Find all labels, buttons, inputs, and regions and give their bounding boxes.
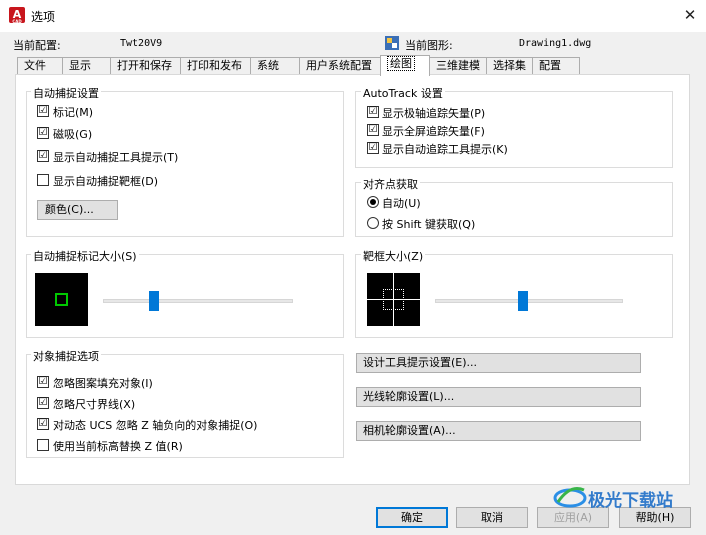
tab-open-save[interactable]: 打开和保存 xyxy=(110,57,181,74)
magnet-checkbox[interactable]: ☑ xyxy=(37,127,49,139)
tab-system[interactable]: 系统 xyxy=(250,57,300,74)
tab-drafting-label: 绘图 xyxy=(387,56,415,71)
light-glyph-settings-button[interactable]: 光线轮廓设置(L)... xyxy=(356,387,641,407)
alignment-title: 对齐点获取 xyxy=(361,176,420,192)
autosnap-title: 自动捕捉设置 xyxy=(31,85,101,101)
tab-plot-publish[interactable]: 打印和发布 xyxy=(180,57,251,74)
autotrack-tooltip-label: 显示自动追踪工具提示(K) xyxy=(382,143,508,156)
tab-selection-label: 选择集 xyxy=(493,59,526,72)
ignore-negative-z-label: 对动态 UCS 忽略 Z 轴负向的对象捕捉(O) xyxy=(53,419,258,432)
tooltip-settings-button[interactable]: 设计工具提示设置(E)... xyxy=(356,353,641,373)
object-snap-title: 对象捕捉选项 xyxy=(31,348,101,364)
cancel-button[interactable]: 取消 xyxy=(456,507,528,528)
aperture-size-title: 靶框大小(Z) xyxy=(361,248,426,264)
ignore-dimension-label: 忽略尺寸界线(X) xyxy=(53,398,136,411)
ignore-dimension-checkbox[interactable]: ☑ xyxy=(37,397,49,409)
tab-user-preferences[interactable]: 用户系统配置 xyxy=(299,57,381,74)
app-icon-sub: CAD xyxy=(12,19,22,24)
drawing-label: 当前图形: xyxy=(405,39,453,52)
color-button[interactable]: 颜色(C)... xyxy=(37,200,118,220)
marker-size-slider-thumb[interactable] xyxy=(149,291,160,311)
aperture-box-icon xyxy=(383,289,404,310)
aperture-box-checkbox[interactable] xyxy=(37,174,49,186)
fullscreen-vector-checkbox[interactable]: ☑ xyxy=(367,124,379,136)
tab-display[interactable]: 显示 xyxy=(62,57,111,74)
tab-file-label: 文件 xyxy=(24,59,46,72)
autosnap-tooltip-label: 显示自动捕捉工具提示(T) xyxy=(53,151,179,164)
aperture-size-slider-thumb[interactable] xyxy=(518,291,529,311)
ignore-hatch-label: 忽略图案填充对象(I) xyxy=(53,377,153,390)
fullscreen-vector-label: 显示全屏追踪矢量(F) xyxy=(382,125,485,138)
alignment-shift-radio[interactable] xyxy=(367,217,379,229)
aperture-preview xyxy=(367,273,420,326)
tab-file[interactable]: 文件 xyxy=(17,57,63,74)
alignment-auto-label: 自动(U) xyxy=(382,197,421,210)
replace-z-checkbox[interactable] xyxy=(37,439,49,451)
tab-user-preferences-label: 用户系统配置 xyxy=(306,59,372,72)
tab-drafting[interactable]: 绘图 xyxy=(380,55,430,76)
camera-glyph-settings-button[interactable]: 相机轮廓设置(A)... xyxy=(356,421,641,441)
tab-profiles-label: 配置 xyxy=(539,59,561,72)
tab-3d-modeling-label: 三维建模 xyxy=(436,59,480,72)
marker-square-icon xyxy=(55,293,68,306)
marker-label: 标记(M) xyxy=(53,106,94,119)
autotrack-title: AutoTrack 设置 xyxy=(361,85,445,101)
marker-size-slider-track[interactable] xyxy=(103,299,293,303)
app-icon: A CAD xyxy=(9,7,25,24)
marker-preview xyxy=(35,273,88,326)
tab-open-save-label: 打开和保存 xyxy=(117,59,172,72)
magnet-label: 磁吸(G) xyxy=(53,128,93,141)
polar-vector-checkbox[interactable]: ☑ xyxy=(367,106,379,118)
watermark-logo-icon xyxy=(553,487,587,508)
autosnap-tooltip-checkbox[interactable]: ☑ xyxy=(37,150,49,162)
tab-system-label: 系统 xyxy=(257,59,279,72)
tab-3d-modeling[interactable]: 三维建模 xyxy=(429,57,487,74)
profile-label: 当前配置: xyxy=(13,39,61,52)
drawing-value: Drawing1.dwg xyxy=(519,38,592,49)
close-icon[interactable]: ✕ xyxy=(680,5,700,25)
ignore-negative-z-checkbox[interactable]: ☑ xyxy=(37,418,49,430)
tab-selection[interactable]: 选择集 xyxy=(486,57,533,74)
tab-profiles[interactable]: 配置 xyxy=(532,57,580,74)
marker-size-title: 自动捕捉标记大小(S) xyxy=(31,248,139,264)
aperture-size-slider-track[interactable] xyxy=(435,299,623,303)
alignment-auto-radio[interactable] xyxy=(367,196,379,208)
profile-value: Twt20V9 xyxy=(120,38,163,49)
alignment-shift-label: 按 Shift 键获取(Q) xyxy=(382,218,476,231)
ok-button[interactable]: 确定 xyxy=(376,507,448,528)
tab-display-label: 显示 xyxy=(69,59,91,72)
ignore-hatch-checkbox[interactable]: ☑ xyxy=(37,376,49,388)
replace-z-label: 使用当前标高替换 Z 值(R) xyxy=(53,440,183,453)
marker-checkbox[interactable]: ☑ xyxy=(37,105,49,117)
autotrack-tooltip-checkbox[interactable]: ☑ xyxy=(367,142,379,154)
drawing-icon xyxy=(385,36,399,50)
polar-vector-label: 显示极轴追踪矢量(P) xyxy=(382,107,486,120)
window-title: 选项 xyxy=(31,10,56,24)
tab-plot-publish-label: 打印和发布 xyxy=(187,59,242,72)
watermark-text: 极光下载站 xyxy=(588,491,673,511)
title-bar xyxy=(0,0,706,32)
aperture-box-label: 显示自动捕捉靶框(D) xyxy=(53,175,159,188)
